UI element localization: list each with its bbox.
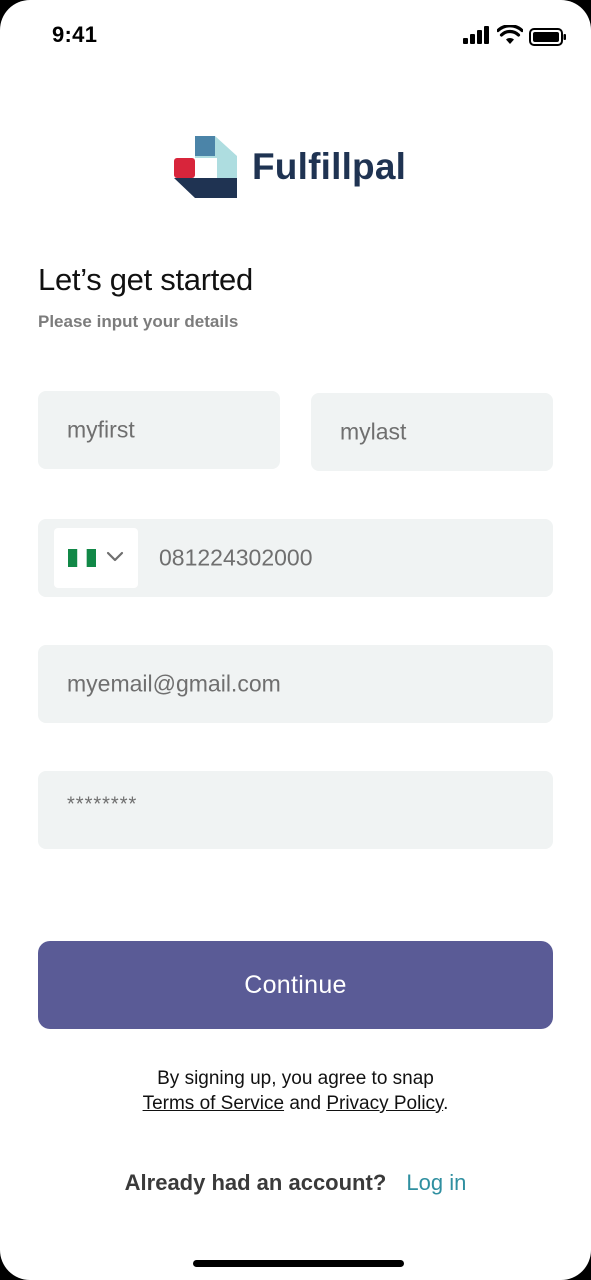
login-prompt: Already had an account? (124, 1170, 387, 1195)
signal-icon (463, 26, 489, 44)
phone-value: 081224302000 (159, 544, 313, 571)
page-subtitle: Please input your details (38, 312, 239, 331)
country-code-picker[interactable] (54, 528, 138, 588)
email-field[interactable]: myemail@gmail.com (38, 645, 553, 723)
nigeria-flag-icon (68, 549, 96, 567)
brand-logo: Fulfillpal (173, 134, 433, 200)
phone-field[interactable]: 081224302000 (38, 519, 553, 597)
signup-screen: 9:41 Fulfillpal Let’s get started Please… (0, 0, 591, 1280)
email-value: myemail@gmail.com (67, 670, 281, 697)
terms-notice: By signing up, you agree to snap Terms o… (0, 1066, 591, 1116)
wifi-icon (497, 25, 523, 44)
password-field[interactable]: ******** (38, 771, 553, 849)
continue-button[interactable]: Continue (38, 941, 553, 1029)
page-title: Let’s get started (38, 262, 253, 297)
battery-icon (529, 28, 566, 46)
home-indicator[interactable] (193, 1260, 404, 1267)
terms-line-1: By signing up, you agree to snap (157, 1068, 434, 1089)
first-name-field[interactable]: myfirst (38, 391, 280, 469)
logo-mark-icon (174, 136, 237, 198)
first-name-value: myfirst (67, 416, 135, 443)
last-name-field[interactable]: mylast (311, 393, 553, 471)
brand-name: Fulfillpal (252, 146, 407, 187)
last-name-value: mylast (340, 418, 407, 445)
privacy-policy-link[interactable]: Privacy Policy (326, 1093, 443, 1114)
login-row: Already had an account? Log in (0, 1170, 591, 1196)
terms-and-text: and (289, 1093, 322, 1114)
terms-end-punctuation: . (443, 1093, 449, 1114)
terms-of-service-link[interactable]: Terms of Service (143, 1093, 284, 1114)
status-time: 9:41 (52, 22, 98, 47)
password-value: ******** (67, 793, 138, 816)
login-link[interactable]: Log in (406, 1170, 466, 1195)
terms-line-2: Terms of Service and Privacy Policy. (0, 1091, 591, 1116)
chevron-down-icon (106, 551, 124, 562)
